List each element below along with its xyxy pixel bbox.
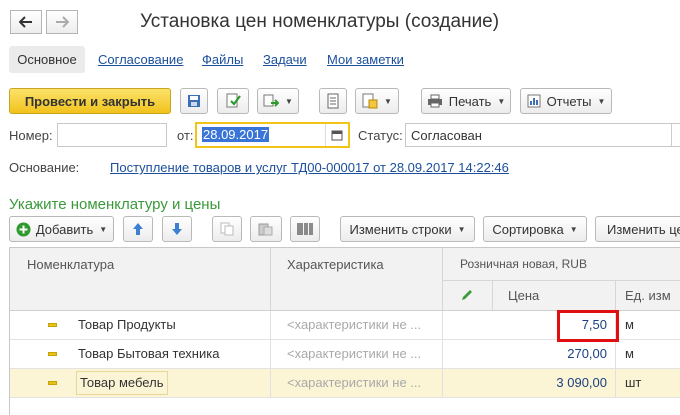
document-journal-button[interactable]: [319, 88, 347, 114]
row-characteristic: <характеристики не ...: [287, 346, 422, 361]
post-icon: [226, 93, 241, 108]
row-marker-icon: [48, 381, 57, 385]
column-header-unit[interactable]: Ед. изм: [625, 288, 671, 303]
price-highlight-box: [557, 310, 619, 342]
tab-approval[interactable]: Согласование: [98, 52, 183, 67]
row-price: 3 090,00: [556, 375, 607, 390]
status-value: Согласован: [411, 128, 482, 143]
table-row-selected[interactable]: Товар мебель <характеристики не ... 3 09…: [10, 369, 680, 398]
post-and-close-button[interactable]: Провести и закрыть: [9, 88, 171, 114]
arrow-up-icon: [133, 223, 143, 235]
calendar-icon[interactable]: [331, 129, 343, 141]
tab-files[interactable]: Файлы: [202, 52, 243, 67]
change-partial-label: Изменить це: [607, 221, 680, 237]
pencil-icon[interactable]: [460, 288, 474, 302]
create-based-on-button[interactable]: ▼: [257, 88, 299, 114]
change-rows-label: Изменить строки: [349, 221, 452, 237]
print-label: Печать: [448, 93, 492, 109]
back-button[interactable]: [10, 10, 42, 34]
number-field[interactable]: [57, 123, 167, 147]
row-unit: м: [625, 317, 634, 332]
save-icon: [188, 95, 200, 107]
structure-icon: [362, 93, 378, 109]
move-up-button[interactable]: [123, 216, 153, 242]
row-characteristic: <характеристики не ...: [287, 375, 422, 390]
row-unit: шт: [625, 375, 642, 390]
status-label: Статус:: [358, 128, 403, 143]
section-title: Укажите номенклатуру и цены: [9, 196, 221, 213]
tab-main[interactable]: Основное: [9, 46, 85, 73]
add-label: Добавить: [35, 221, 94, 237]
tab-tasks[interactable]: Задачи: [263, 52, 307, 67]
basis-label: Основание:: [9, 160, 80, 175]
row-characteristic: <характеристики не ...: [287, 317, 422, 332]
number-label: Номер:: [9, 128, 53, 143]
post-and-close-label: Провести и закрыть: [24, 93, 156, 109]
window-title: Установка цен номенклатуры (создание): [140, 11, 500, 32]
column-header-nomenclature[interactable]: Номенклатура: [27, 257, 114, 272]
paste-icon: [258, 223, 273, 236]
move-down-button[interactable]: [162, 216, 192, 242]
row-marker-icon: [48, 352, 57, 356]
chevron-down-icon: ▼: [384, 96, 392, 106]
basis-link[interactable]: Поступление товаров и услуг ТД00-000017 …: [110, 160, 509, 175]
arrow-right-icon: [56, 16, 69, 28]
copy-icon: [220, 222, 234, 236]
sort-label: Сортировка: [492, 221, 564, 237]
sort-button[interactable]: Сортировка ▼: [483, 216, 587, 242]
arrow-left-icon: [19, 16, 32, 28]
create-based-on-icon: [263, 94, 280, 107]
structure-button[interactable]: ▼: [355, 88, 399, 114]
date-label: от:: [177, 128, 194, 143]
arrow-down-icon: [172, 223, 182, 235]
paste-button[interactable]: [250, 216, 282, 242]
chevron-down-icon: ▼: [457, 224, 466, 234]
row-name: Товар Бытовая техника: [78, 346, 220, 361]
chevron-down-icon: ▼: [597, 96, 606, 106]
forward-button[interactable]: [46, 10, 78, 34]
change-rows-button[interactable]: Изменить строки ▼: [340, 216, 475, 242]
copy-button[interactable]: [212, 216, 242, 242]
column-header-characteristic[interactable]: Характеристика: [287, 257, 384, 272]
row-price: 270,00: [567, 346, 607, 361]
date-field[interactable]: 28.09.2017: [195, 122, 350, 148]
table-row[interactable]: Товар Бытовая техника <характеристики не…: [10, 340, 680, 369]
row-name: Товар Продукты: [78, 317, 176, 332]
date-value: 28.09.2017: [202, 127, 270, 142]
save-button[interactable]: [180, 88, 208, 114]
report-icon: [527, 94, 541, 108]
barcode-button[interactable]: [290, 216, 320, 242]
plus-circle-icon: [16, 222, 31, 236]
print-button[interactable]: Печать ▼: [421, 88, 511, 114]
add-button[interactable]: Добавить ▼: [9, 216, 114, 242]
barcode-icon: [297, 223, 313, 235]
chevron-down-icon: ▼: [99, 224, 108, 234]
row-marker-icon: [48, 323, 57, 327]
status-field[interactable]: Согласован: [405, 123, 680, 147]
chevron-down-icon: ▼: [569, 224, 578, 234]
reports-label: Отчеты: [546, 93, 592, 109]
printer-icon: [427, 94, 442, 108]
nomenclature-table: Номенклатура Характеристика Розничная но…: [9, 247, 680, 415]
reports-button[interactable]: Отчеты ▼: [520, 88, 612, 114]
chevron-down-icon: ▼: [497, 96, 506, 106]
chevron-down-icon: ▼: [285, 96, 293, 106]
column-header-price[interactable]: Цена: [508, 288, 539, 303]
row-name: Товар мебель: [80, 375, 164, 390]
row-unit: м: [625, 346, 634, 361]
tab-my-notes[interactable]: Мои заметки: [327, 52, 404, 67]
post-button[interactable]: [217, 88, 249, 114]
change-partial-button[interactable]: Изменить це: [595, 216, 680, 242]
document-journal-icon: [327, 93, 339, 109]
column-header-price-group: Розничная новая, RUB: [460, 257, 587, 271]
